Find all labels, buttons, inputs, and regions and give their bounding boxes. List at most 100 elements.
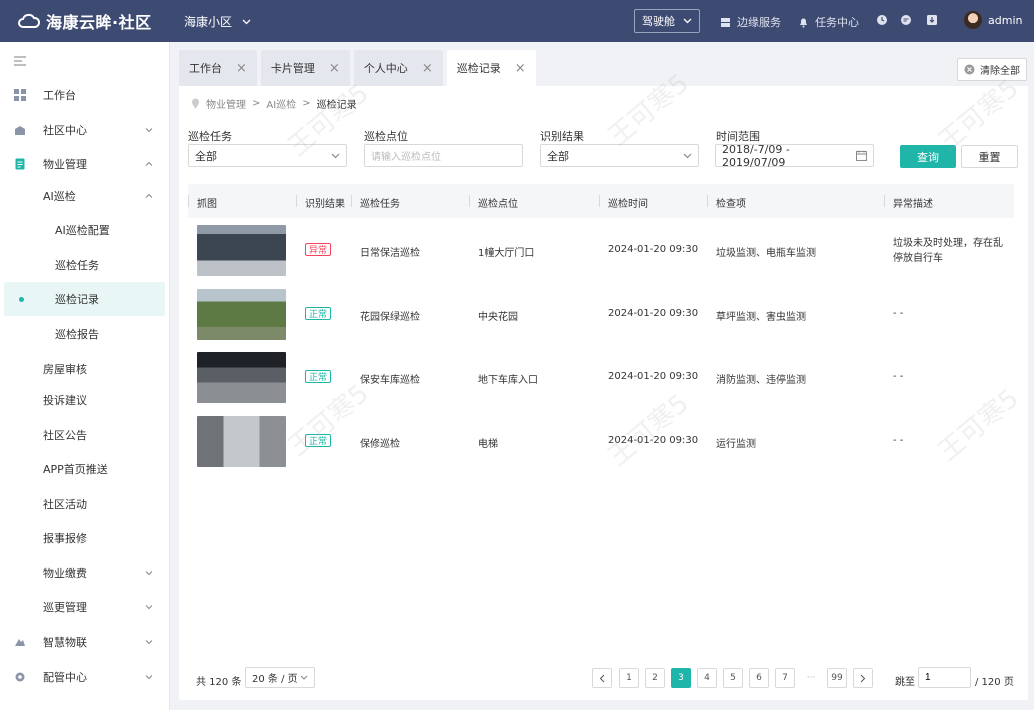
column-header: 巡检任务 [360, 199, 400, 210]
chevron-right-icon [860, 674, 866, 682]
page-button[interactable]: 2 [645, 668, 665, 688]
task-select[interactable]: 全部 [188, 144, 347, 167]
chevron-down-icon [145, 605, 153, 610]
capture-image[interactable] [197, 416, 286, 467]
sidebar-item-patrol-management[interactable]: 巡更管理 [0, 590, 170, 624]
dashboard-icon [14, 89, 26, 101]
sidebar-item-workbench[interactable]: 工作台 [0, 78, 170, 112]
tab-workbench[interactable]: 工作台 × [179, 50, 257, 86]
page-button[interactable]: 7 [775, 668, 795, 688]
sidebar-item-inspection-record[interactable]: 巡检记录 [4, 282, 165, 316]
tab-card-management[interactable]: 卡片管理 × [260, 50, 350, 86]
reset-button[interactable]: 重置 [961, 145, 1018, 168]
close-icon[interactable]: × [515, 61, 526, 76]
table-row[interactable]: 正常 保安车库巡检 地下车库入口 2024-01-20 09:30 消防监测、违… [188, 346, 1014, 409]
query-button[interactable]: 查询 [900, 145, 956, 168]
task-filter-label: 巡检任务 [188, 130, 232, 143]
point-input-placeholder: 请输入巡检点位 [371, 152, 441, 163]
chevron-up-icon [145, 161, 153, 166]
app-logo[interactable]: 海康云眸·社区 [18, 10, 152, 32]
user-name: admin [988, 13, 1023, 27]
sidebar-item-repair[interactable]: 报事报修 [0, 521, 170, 555]
chevron-down-icon [145, 675, 153, 680]
close-icon[interactable]: × [422, 61, 433, 76]
chevron-left-icon [599, 674, 605, 682]
sidebar-item-label: 房屋审核 [43, 363, 87, 376]
task-center-link[interactable]: 任务中心 [798, 14, 859, 30]
sidebar-item-ai-inspection-config[interactable]: AI巡检配置 [0, 213, 170, 247]
sidebar-item-announcements[interactable]: 社区公告 [0, 418, 170, 452]
sidebar-item-app-push[interactable]: APP首页推送 [0, 452, 170, 486]
sidebar-item-ai-inspection[interactable]: AI巡检 [0, 179, 170, 213]
close-icon[interactable]: × [329, 61, 340, 76]
capture-image[interactable] [197, 225, 286, 276]
column-header: 抓图 [197, 199, 217, 210]
table-row[interactable]: 异常 日常保洁巡检 1幢大厅门口 2024-01-20 09:30 垃圾监测、电… [188, 219, 1014, 282]
page-button-current[interactable]: 3 [671, 668, 691, 688]
page-button[interactable]: 1 [619, 668, 639, 688]
download-icon[interactable] [926, 14, 938, 26]
tab-personal-center[interactable]: 个人中心 × [353, 50, 443, 86]
sidebar-item-label: 智慧物联 [43, 636, 87, 649]
menu-toggle-icon[interactable] [14, 56, 26, 66]
page-ellipsis[interactable]: ··· [801, 668, 821, 688]
page-button[interactable]: 99 [827, 668, 847, 688]
table-row[interactable]: 正常 保修巡检 电梯 2024-01-20 09:30 运行监测 - - [188, 410, 1014, 473]
column-divider [884, 195, 885, 207]
page-button[interactable]: 4 [697, 668, 717, 688]
date-range-picker[interactable]: 2018/-7/09 - 2019/07/09 [715, 143, 874, 169]
edge-service-link[interactable]: 边缘服务 [720, 14, 781, 30]
clock-icon[interactable] [876, 14, 888, 26]
result-select-value: 全部 [547, 149, 569, 163]
sidebar-item-community-activity[interactable]: 社区活动 [0, 487, 170, 521]
iot-icon [15, 639, 25, 646]
sidebar-item-smart-iot[interactable]: 智慧物联 [0, 625, 170, 659]
items-cell: 消防监测、违停监测 [716, 375, 806, 386]
sidebar-item-inspection-report[interactable]: 巡检报告 [0, 317, 170, 351]
breadcrumb-item[interactable]: 物业管理 [206, 96, 246, 111]
sidebar-item-label: APP首页推送 [43, 463, 108, 476]
task-cell: 日常保洁巡检 [360, 248, 420, 259]
jump-input[interactable] [918, 667, 971, 688]
table-row[interactable]: 正常 花园保绿巡检 中央花园 2024-01-20 09:30 草坪监测、害虫监… [188, 283, 1014, 346]
sidebar-item-complaints[interactable]: 投诉建议 [0, 383, 170, 417]
sidebar-item-label: 工作台 [43, 89, 76, 102]
column-divider [599, 195, 600, 207]
chevron-down-icon [145, 571, 153, 576]
tab-inspection-record[interactable]: 巡检记录 × [446, 50, 536, 86]
breadcrumb-item[interactable]: AI巡检 [266, 96, 296, 111]
location-icon [192, 98, 199, 109]
sidebar-item-config-center[interactable]: 配管中心 [0, 660, 170, 694]
sidebar-item-property-management[interactable]: 物业管理 [0, 147, 170, 181]
sidebar-item-inspection-task[interactable]: 巡检任务 [0, 248, 170, 282]
page-size-select[interactable]: 20 条 / 页 [245, 667, 315, 688]
capture-image[interactable] [197, 352, 286, 403]
result-select[interactable]: 全部 [540, 144, 699, 167]
sidebar-item-house-review[interactable]: 房屋审核 [0, 352, 170, 386]
column-divider [707, 195, 708, 207]
clear-all-button[interactable]: 清除全部 [957, 58, 1027, 81]
sidebar-item-label: 投诉建议 [43, 394, 87, 407]
sidebar-item-community-center[interactable]: 社区中心 [0, 113, 170, 147]
page-button[interactable]: 6 [749, 668, 769, 688]
chevron-down-icon [683, 18, 692, 24]
column-divider [351, 195, 352, 207]
document-icon [15, 158, 25, 170]
tab-label: 巡检记录 [456, 62, 501, 75]
cockpit-button[interactable]: 驾驶舱 [634, 9, 700, 33]
capture-image[interactable] [197, 289, 286, 340]
point-input[interactable]: 请输入巡检点位 [364, 144, 523, 167]
next-page-button[interactable] [853, 668, 873, 688]
sidebar-item-label: 巡检报告 [55, 328, 99, 341]
point-cell: 地下车库入口 [478, 375, 538, 386]
message-icon[interactable] [900, 14, 912, 26]
prev-page-button[interactable] [592, 668, 612, 688]
close-icon[interactable]: × [236, 61, 247, 76]
task-cell: 保安车库巡检 [360, 375, 420, 386]
page-button[interactable]: 5 [723, 668, 743, 688]
app-brand: 海康云眸·社区 [46, 13, 152, 32]
community-selector[interactable]: 海康小区 [184, 13, 251, 30]
time-cell: 2024-01-20 09:30 [608, 371, 699, 382]
sidebar-item-property-fee[interactable]: 物业缴费 [0, 556, 170, 590]
user-menu[interactable]: admin [964, 11, 1022, 29]
